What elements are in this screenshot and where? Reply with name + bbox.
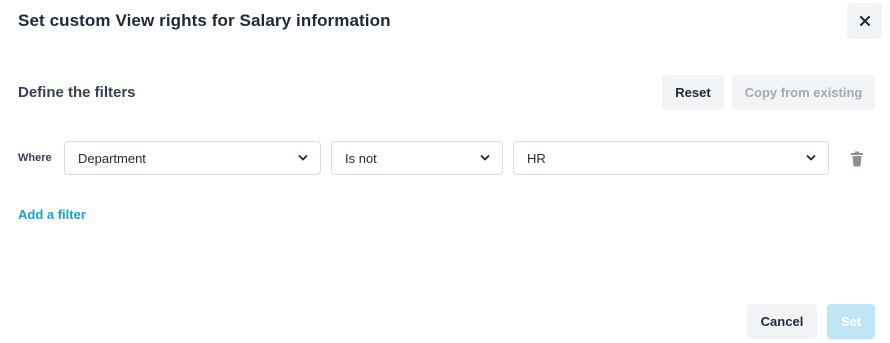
- add-filter-link[interactable]: Add a filter: [18, 207, 86, 222]
- close-icon: [859, 16, 870, 26]
- delete-filter-button[interactable]: [850, 151, 864, 167]
- dialog-title: Set custom View rights for Salary inform…: [18, 11, 391, 30]
- chevron-down-icon: [806, 155, 816, 161]
- chevron-down-icon: [298, 155, 308, 161]
- section-title: Define the filters: [18, 84, 136, 101]
- set-button[interactable]: Set: [827, 304, 875, 339]
- where-label: Where: [18, 152, 52, 164]
- value-select[interactable]: HR: [513, 141, 829, 175]
- close-button[interactable]: [847, 3, 882, 39]
- copy-from-existing-button[interactable]: Copy from existing: [732, 75, 875, 110]
- chevron-down-icon: [480, 155, 490, 161]
- operator-select[interactable]: Is not: [331, 141, 503, 175]
- cancel-button[interactable]: Cancel: [747, 304, 817, 339]
- trash-icon: [851, 151, 863, 167]
- operator-select-value: Is not: [345, 150, 377, 166]
- custom-rights-dialog: Set custom View rights for Salary inform…: [0, 0, 890, 343]
- field-select[interactable]: Department: [64, 141, 321, 175]
- reset-button[interactable]: Reset: [662, 75, 724, 110]
- field-select-value: Department: [78, 150, 146, 166]
- value-select-value: HR: [527, 150, 546, 166]
